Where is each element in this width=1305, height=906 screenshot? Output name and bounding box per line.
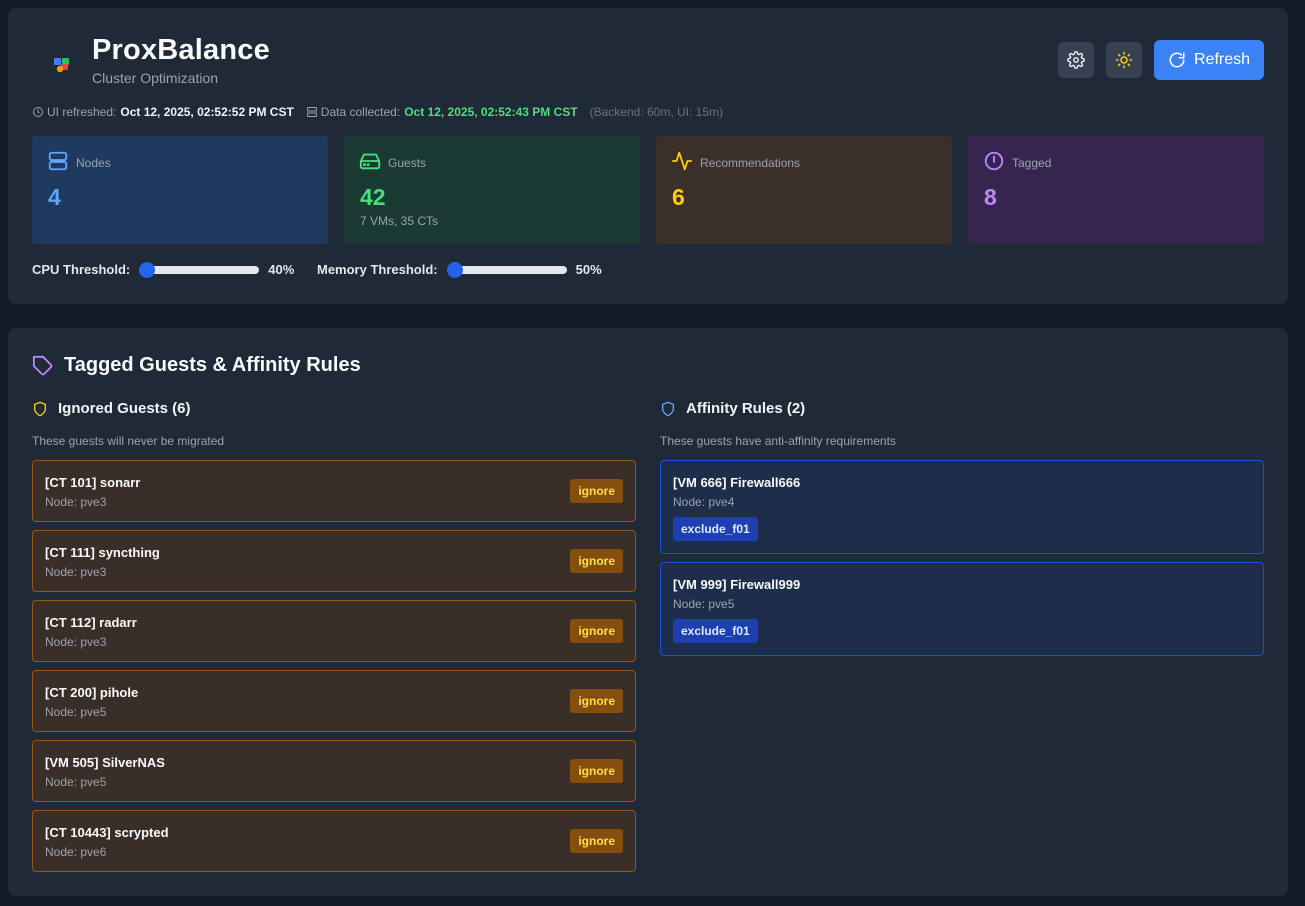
stat-value: 6 (672, 184, 685, 210)
activity-icon (671, 151, 693, 171)
ignored-guests-title: Ignored Guests (6) (32, 400, 191, 417)
section-title: Tagged Guests & Affinity Rules (32, 354, 361, 377)
affinity-guest-item: [VM 666] Firewall666 Node: pve4 exclude_f0… (660, 460, 1264, 554)
shield-icon (34, 401, 46, 416)
stat-card-nodes: Nodes 4 (32, 136, 328, 244)
clock-icon (33, 107, 43, 117)
cpu-slider-thumb[interactable] (139, 261, 156, 278)
stat-label: Recommendations (700, 156, 801, 170)
ignored-guest-item: [CT 10443] scrypted Node: pve6 ignore (32, 810, 636, 872)
stat-label: Nodes (76, 156, 111, 170)
interval-info: (Backend: 60m, UI: 15m) (589, 105, 723, 119)
memory-threshold-control: Memory Threshold: 50% (317, 261, 602, 278)
guest-name: [CT 112] radarr (45, 615, 137, 630)
hard-drive-icon (359, 153, 381, 170)
guest-node: Node: pve3 (45, 495, 107, 509)
refresh-label: Refresh (1193, 51, 1251, 68)
guest-node: Node: pve5 (45, 705, 107, 719)
server-icon (306, 107, 317, 117)
gear-icon (1067, 51, 1085, 69)
stat-card-tagged: Tagged 8 (968, 136, 1264, 244)
ignored-description: These guests will never be migrated (32, 434, 225, 448)
cpu-threshold-label: CPU Threshold: (32, 262, 131, 277)
guest-node: Node: pve5 (673, 597, 735, 611)
guest-name: [VM 666] Firewall666 (673, 475, 801, 490)
ignore-tag-badge: ignore (570, 759, 623, 783)
memory-threshold-label: Memory Threshold: (317, 262, 438, 277)
stat-value: 4 (48, 184, 61, 210)
cpu-threshold-slider[interactable] (139, 261, 260, 278)
section-title-text: Tagged Guests & Affinity Rules (64, 354, 361, 376)
cpu-threshold-control: CPU Threshold: 40% (32, 261, 295, 278)
ignore-tag-badge: ignore (570, 619, 623, 643)
guest-name: [CT 200] pihole (45, 685, 139, 700)
stat-label: Tagged (1012, 156, 1052, 170)
settings-button[interactable] (1058, 42, 1094, 78)
affinity-title-text: Affinity Rules (2) (686, 400, 806, 417)
ignore-tag-badge: ignore (570, 689, 623, 713)
stat-sub: 7 VMs, 35 CTs (360, 214, 439, 228)
memory-slider-thumb[interactable] (446, 261, 463, 278)
server-icon (48, 151, 68, 171)
info-circle-icon (984, 151, 1004, 171)
stat-card-recommendations: Recommendations 6 (656, 136, 952, 244)
theme-toggle-button[interactable] (1106, 42, 1142, 78)
ignore-tag-badge: ignore (570, 549, 623, 573)
ignore-tag-badge: ignore (570, 479, 623, 503)
ui-refreshed-label: UI refreshed: (47, 105, 117, 119)
refresh-meta: UI refreshed: Oct 12, 2025, 02:52:52 PM … (32, 105, 723, 119)
ui-refreshed-value: Oct 12, 2025, 02:52:52 PM CST (120, 105, 294, 119)
ignored-guest-item: [CT 112] radarr Node: pve3 ignore (32, 600, 636, 662)
app-subtitle: Cluster Optimization (92, 70, 219, 86)
sun-icon (1115, 51, 1133, 69)
affinity-tag-badge: exclude_f01 (673, 619, 758, 643)
app-logo-icon (54, 58, 69, 73)
ignored-title-text: Ignored Guests (6) (58, 400, 191, 417)
guest-name: [CT 101] sonarr (45, 475, 141, 490)
stat-value: 8 (984, 184, 997, 210)
data-collected-label: Data collected: (320, 105, 401, 119)
ignored-guest-item: [VM 505] SilverNAS Node: pve5 ignore (32, 740, 636, 802)
stat-label: Guests (388, 156, 427, 170)
ignored-guest-item: [CT 111] syncthing Node: pve3 ignore (32, 530, 636, 592)
guest-node: Node: pve3 (45, 635, 107, 649)
app-title: ProxBalance (92, 34, 270, 66)
affinity-rules-title: Affinity Rules (2) (660, 400, 805, 417)
stat-card-guests: Guests 42 7 VMs, 35 CTs (344, 136, 640, 244)
memory-threshold-slider[interactable] (446, 261, 567, 278)
data-collected-value: Oct 12, 2025, 02:52:43 PM CST (404, 105, 578, 119)
affinity-description: These guests have anti-affinity requirem… (660, 434, 896, 448)
guest-node: Node: pve6 (45, 845, 107, 859)
ignored-guest-item: [CT 101] sonarr Node: pve3 ignore (32, 460, 636, 522)
cpu-threshold-value: 40% (268, 262, 295, 277)
refresh-icon (1169, 52, 1185, 68)
guest-node: Node: pve5 (45, 775, 107, 789)
guest-name: [CT 10443] scrypted (45, 825, 169, 840)
guest-node: Node: pve3 (45, 565, 107, 579)
header-card: ProxBalance Cluster Optimization Refresh… (8, 8, 1288, 304)
data-collected: Data collected: Oct 12, 2025, 02:52:43 P… (306, 105, 723, 119)
tagged-guests-card: Tagged Guests & Affinity Rules Ignored G… (8, 328, 1288, 896)
ignore-tag-badge: ignore (570, 829, 623, 853)
ignored-guest-item: [CT 200] pihole Node: pve5 ignore (32, 670, 636, 732)
memory-threshold-value: 50% (575, 262, 602, 277)
guest-name: [CT 111] syncthing (45, 545, 160, 560)
shield-icon (662, 401, 674, 416)
guest-name: [VM 999] Firewall999 (673, 577, 801, 592)
refresh-button[interactable]: Refresh (1154, 40, 1264, 80)
affinity-guest-item: [VM 999] Firewall999 Node: pve5 exclude_f0… (660, 562, 1264, 656)
affinity-tag-badge: exclude_f01 (673, 517, 758, 541)
guest-name: [VM 505] SilverNAS (45, 755, 165, 770)
guest-node: Node: pve4 (673, 495, 735, 509)
ui-refreshed: UI refreshed: Oct 12, 2025, 02:52:52 PM … (32, 105, 294, 119)
tag-icon (32, 355, 53, 375)
stat-value: 42 (360, 184, 386, 210)
